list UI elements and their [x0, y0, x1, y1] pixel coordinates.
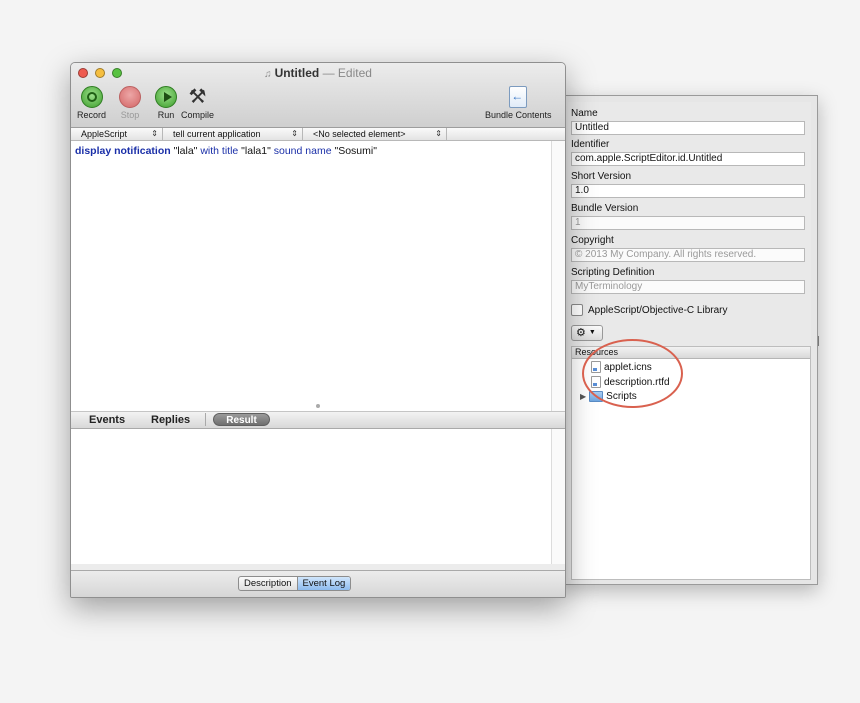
drawer-resize-grip[interactable] [818, 336, 821, 346]
navigation-bar: AppleScript ⇕ tell current application ⇕ <… [71, 128, 565, 141]
bundle-contents-panel: Name Untitled Identifier com.apple.Scrip… [568, 102, 811, 580]
disclosure-triangle-icon[interactable]: ▶ [580, 392, 586, 401]
bottom-bar: Description Event Log [71, 570, 565, 597]
record-label: Record [77, 110, 107, 120]
identifier-field[interactable]: com.apple.ScriptEditor.id.Untitled [571, 152, 805, 166]
tab-replies[interactable]: Replies [151, 414, 190, 426]
library-checkbox-row[interactable]: AppleScript/Objective-C Library [571, 304, 728, 316]
window-title: ♫ Untitled — Edited [71, 66, 565, 80]
stop-button: Stop [119, 86, 141, 120]
bundle-contents-drawer: Name Untitled Identifier com.apple.Scrip… [562, 95, 821, 585]
script-code[interactable]: display notification "lala" with title "… [75, 145, 377, 157]
view-segmented-control[interactable]: Description Event Log [238, 576, 352, 591]
bundle-contents-label: Bundle Contents [485, 110, 552, 120]
library-checkbox[interactable] [571, 304, 583, 316]
tab-events[interactable]: Events [89, 414, 125, 426]
code-keyword: with title [200, 145, 239, 157]
result-log-area[interactable] [71, 429, 565, 564]
name-label: Name [571, 108, 598, 119]
code-string: "lala1" [238, 145, 274, 157]
identifier-label: Identifier [571, 139, 610, 150]
script-document-icon: ♫ [264, 69, 272, 80]
code-string: "lala" [170, 145, 201, 157]
language-popup-label: AppleScript [81, 129, 128, 139]
element-popup-label: <No selected element> [313, 129, 406, 139]
record-icon [80, 86, 103, 108]
scripting-definition-field[interactable]: MyTerminology [571, 280, 805, 294]
bundle-contents-button[interactable]: Bundle Contents [485, 86, 552, 120]
library-checkbox-label: AppleScript/Objective-C Library [588, 304, 728, 316]
event-log-segment[interactable]: Event Log [296, 577, 351, 590]
edited-indicator: — Edited [322, 66, 372, 80]
code-string: "Sosumi" [331, 145, 377, 157]
copyright-label: Copyright [571, 235, 614, 246]
short-version-label: Short Version [571, 171, 632, 182]
log-scrollbar[interactable] [551, 429, 565, 564]
bundle-version-label: Bundle Version [571, 203, 639, 214]
stop-icon [119, 86, 141, 108]
stop-label: Stop [120, 110, 140, 120]
chevron-down-icon: ▼ [588, 329, 596, 337]
scripting-definition-label: Scripting Definition [571, 267, 655, 278]
hammer-icon: ⚒ [188, 86, 207, 108]
tab-result[interactable]: Result [213, 413, 270, 426]
description-segment[interactable]: Description [239, 577, 297, 590]
script-editor-area[interactable]: display notification "lala" with title "… [71, 141, 565, 412]
window-title-text: Untitled [274, 66, 320, 80]
record-button[interactable]: Record [77, 86, 106, 120]
name-field[interactable]: Untitled [571, 121, 805, 135]
log-tab-bar: Events Replies Result [71, 412, 565, 429]
annotation-circle [582, 339, 683, 408]
code-keyword: sound name [273, 145, 332, 157]
script-editor-window: ♫ Untitled — Edited Record Stop Run ⚒ Com… [70, 62, 566, 598]
action-menu-button[interactable]: ⚙ ▼ [571, 325, 603, 341]
target-popup[interactable]: tell current application ⇕ [163, 128, 303, 140]
bundle-contents-icon [509, 86, 528, 108]
run-label: Run [157, 110, 175, 120]
compile-button[interactable]: ⚒ Compile [181, 86, 214, 120]
gear-icon: ⚙ [576, 327, 586, 339]
language-popup[interactable]: AppleScript ⇕ [71, 128, 163, 140]
editor-scrollbar[interactable] [551, 141, 565, 411]
popup-arrows-icon: ⇕ [435, 129, 442, 138]
element-popup[interactable]: <No selected element> ⇕ [303, 128, 447, 140]
popup-arrows-icon: ⇕ [151, 129, 158, 138]
code-keyword: display notification [75, 145, 171, 157]
tab-divider [205, 413, 206, 426]
copyright-field[interactable]: © 2013 My Company. All rights reserved. [571, 248, 805, 262]
run-button[interactable]: Run [155, 86, 177, 120]
title-bar[interactable]: ♫ Untitled — Edited Record Stop Run ⚒ Com… [71, 63, 565, 128]
popup-arrows-icon: ⇕ [291, 129, 298, 138]
short-version-field[interactable]: 1.0 [571, 184, 805, 198]
split-view-handle[interactable] [316, 404, 320, 408]
compile-label: Compile [181, 110, 215, 120]
bundle-version-field[interactable]: 1 [571, 216, 805, 230]
target-popup-label: tell current application [173, 129, 261, 139]
run-icon [155, 86, 177, 108]
